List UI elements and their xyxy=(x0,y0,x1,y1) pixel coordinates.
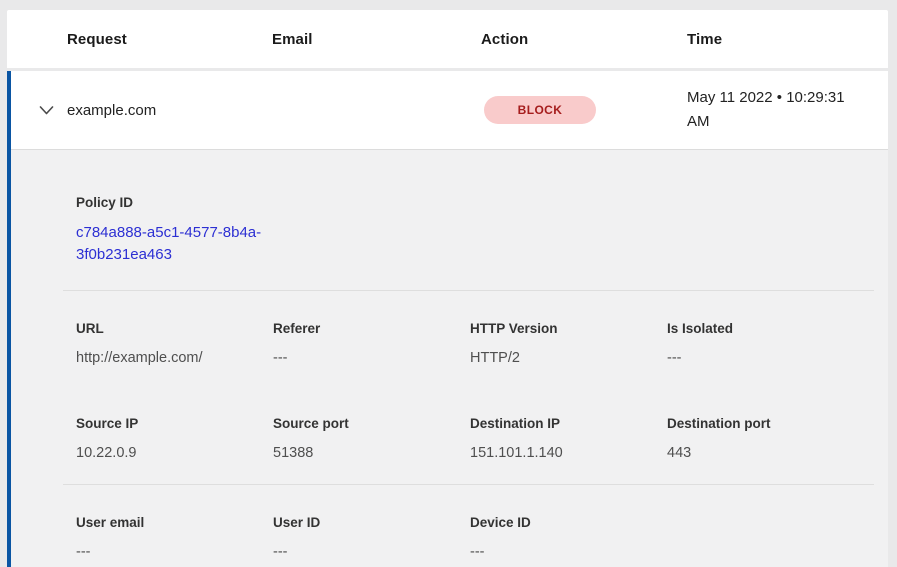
url-label: URL xyxy=(76,319,273,339)
policy-id-link[interactable]: c784a888-a5c1-4577-8b4a-3f0b231ea463 xyxy=(76,222,264,265)
policy-id-label: Policy ID xyxy=(76,193,874,213)
user-email-value: --- xyxy=(76,542,273,562)
user-email-field: User email --- xyxy=(76,513,273,562)
column-header-request: Request xyxy=(67,31,272,48)
logs-table: Request Email Action Time example.com BL… xyxy=(7,10,888,567)
column-header-time: Time xyxy=(687,31,888,48)
source-ip-field: Source IP 10.22.0.9 xyxy=(76,414,273,463)
section-divider xyxy=(63,484,874,485)
destination-port-label: Destination port xyxy=(667,414,874,434)
destination-ip-label: Destination IP xyxy=(470,414,667,434)
url-value: http://example.com/ xyxy=(76,348,273,368)
detail-row-network: Source IP 10.22.0.9 Source port 51388 De… xyxy=(76,414,874,463)
empty-field xyxy=(667,513,874,562)
referer-field: Referer --- xyxy=(273,319,470,368)
device-id-field: Device ID --- xyxy=(470,513,667,562)
request-cell: example.com xyxy=(67,102,272,119)
chevron-down-icon xyxy=(39,106,54,115)
log-detail-panel: Policy ID c784a888-a5c1-4577-8b4a-3f0b23… xyxy=(11,150,888,567)
action-cell: BLOCK xyxy=(481,96,687,124)
destination-ip-value: 151.101.1.140 xyxy=(470,443,667,463)
referer-value: --- xyxy=(273,348,470,368)
expanded-log-entry: example.com BLOCK May 11 2022 • 10:29:31… xyxy=(7,71,888,567)
user-id-value: --- xyxy=(273,542,470,562)
user-email-label: User email xyxy=(76,513,273,533)
source-port-value: 51388 xyxy=(273,443,470,463)
url-field: URL http://example.com/ xyxy=(76,319,273,368)
column-header-email: Email xyxy=(272,31,481,48)
source-port-label: Source port xyxy=(273,414,470,434)
user-id-field: User ID --- xyxy=(273,513,470,562)
source-port-field: Source port 51388 xyxy=(273,414,470,463)
source-ip-label: Source IP xyxy=(76,414,273,434)
expand-toggle[interactable] xyxy=(11,106,67,115)
section-divider xyxy=(63,290,874,291)
page: Request Email Action Time example.com BL… xyxy=(0,0,897,567)
detail-row-http: URL http://example.com/ Referer --- HTTP… xyxy=(76,319,874,368)
http-version-value: HTTP/2 xyxy=(470,348,667,368)
is-isolated-field: Is Isolated --- xyxy=(667,319,874,368)
block-status-badge: BLOCK xyxy=(484,96,596,124)
source-ip-value: 10.22.0.9 xyxy=(76,443,273,463)
column-header-action: Action xyxy=(481,31,687,48)
http-version-field: HTTP Version HTTP/2 xyxy=(470,319,667,368)
is-isolated-label: Is Isolated xyxy=(667,319,874,339)
time-cell: May 11 2022 • 10:29:31 AM xyxy=(687,86,869,134)
user-id-label: User ID xyxy=(273,513,470,533)
table-header-row: Request Email Action Time xyxy=(7,10,888,68)
http-version-label: HTTP Version xyxy=(470,319,667,339)
destination-port-value: 443 xyxy=(667,443,874,463)
is-isolated-value: --- xyxy=(667,348,874,368)
referer-label: Referer xyxy=(273,319,470,339)
detail-row-user: User email --- User ID --- Device ID --- xyxy=(76,513,874,562)
device-id-label: Device ID xyxy=(470,513,667,533)
table-row[interactable]: example.com BLOCK May 11 2022 • 10:29:31… xyxy=(11,71,888,150)
device-id-value: --- xyxy=(470,542,667,562)
policy-id-field: Policy ID c784a888-a5c1-4577-8b4a-3f0b23… xyxy=(76,193,874,265)
destination-ip-field: Destination IP 151.101.1.140 xyxy=(470,414,667,463)
destination-port-field: Destination port 443 xyxy=(667,414,874,463)
